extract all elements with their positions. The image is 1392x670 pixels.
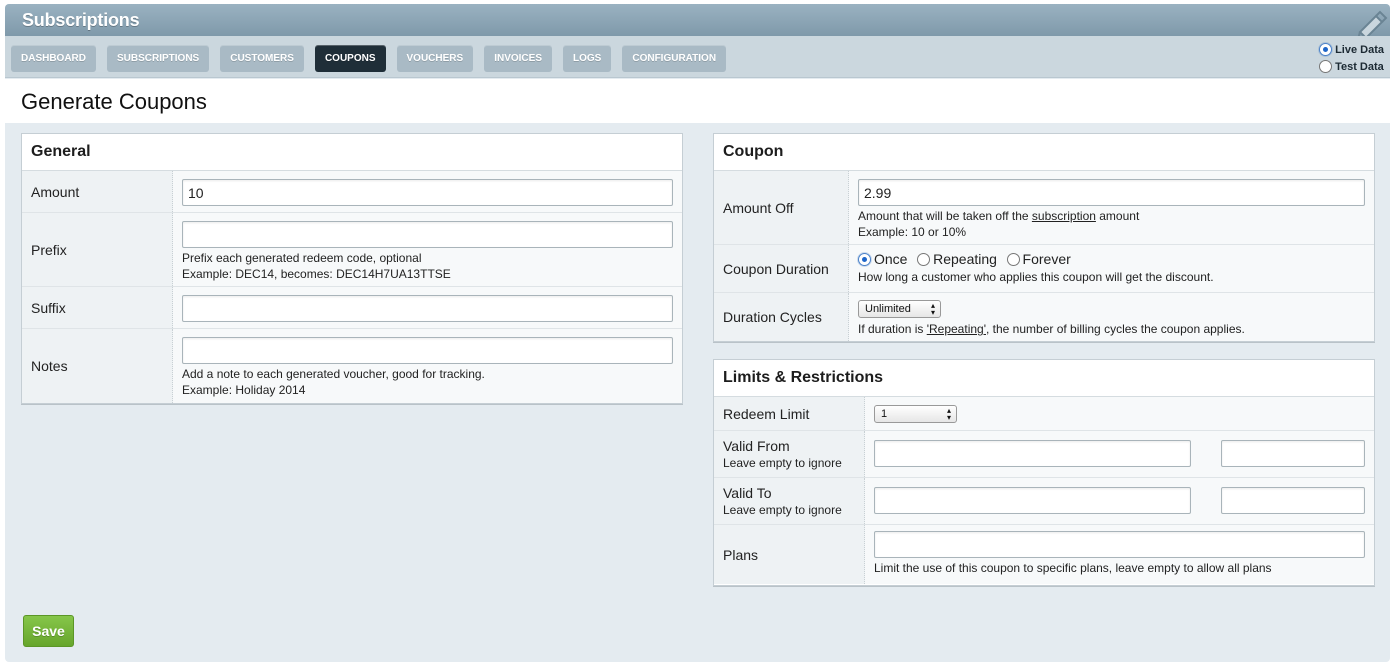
tab-customers[interactable]: CUSTOMERS (220, 45, 304, 72)
prefix-help: Prefix each generated redeem code, optio… (182, 251, 451, 281)
tab-invoices[interactable]: INVOICES (484, 45, 552, 72)
duration-options: Once Repeating Forever (858, 251, 1365, 269)
prefix-label: Prefix (22, 213, 173, 286)
valid-to-sub: Leave empty to ignore (723, 503, 842, 517)
amount-off-help: Amount that will be taken off the subscr… (858, 209, 1140, 239)
tab-logs[interactable]: LOGS (563, 45, 612, 72)
nav-tabs: DASHBOARD SUBSCRIPTIONS CUSTOMERS COUPON… (11, 45, 737, 72)
plans-label: Plans (714, 525, 865, 584)
tab-vouchers[interactable]: VOUCHERS (396, 45, 474, 72)
tab-dashboard[interactable]: DASHBOARD (11, 45, 96, 72)
duration-forever-option[interactable]: Forever (1006, 251, 1071, 267)
plans-field-cell: Limit the use of this coupon to specific… (865, 525, 1374, 584)
live-data-radio[interactable] (1319, 43, 1333, 56)
valid-to-field-cell (865, 478, 1374, 524)
duration-cycles-row: Duration Cycles Unlimited ▴ ▾ If duration… (714, 293, 1374, 341)
tab-configuration[interactable]: CONFIGURATION (622, 45, 727, 72)
notes-help: Add a note to each generated voucher, go… (182, 367, 485, 397)
suffix-input[interactable] (182, 295, 673, 322)
navbar: DASHBOARD SUBSCRIPTIONS CUSTOMERS COUPON… (5, 36, 1390, 78)
prefix-field-cell: Prefix each generated redeem code, optio… (173, 213, 682, 286)
duration-repeating-radio[interactable] (917, 252, 931, 266)
plans-input[interactable] (874, 531, 1365, 558)
suffix-row: Suffix (22, 287, 682, 329)
valid-to-label: Valid To Leave empty to ignore (714, 478, 865, 524)
redeem-limit-select[interactable]: 1 ▴ ▾ (874, 405, 957, 423)
tab-subscriptions[interactable]: SUBSCRIPTIONS (107, 45, 210, 72)
subscription-link[interactable]: subscription (1032, 209, 1096, 223)
test-data-label: Test Data (1335, 60, 1384, 73)
title-bar: Subscriptions (5, 4, 1390, 40)
amount-label: Amount (22, 171, 173, 212)
redeem-limit-field-cell: 1 ▴ ▾ (865, 397, 1374, 430)
suffix-label: Suffix (22, 287, 173, 328)
general-panel: General Amount 10 Prefix Prefix each gen… (21, 133, 683, 404)
plans-help: Limit the use of this coupon to specific… (874, 561, 1272, 575)
valid-from-time-input[interactable] (1221, 440, 1365, 467)
notes-field-cell: Add a note to each generated voucher, go… (173, 329, 682, 403)
amount-off-field-cell: 2.99 Amount that will be taken off the s… (849, 171, 1374, 244)
suffix-field-cell (173, 287, 682, 328)
duration-cycles-field-cell: Unlimited ▴ ▾ If duration is 'Repeating',… (849, 293, 1374, 341)
valid-to-row: Valid To Leave empty to ignore (714, 478, 1374, 525)
valid-to-time-input[interactable] (1221, 487, 1365, 514)
prefix-input[interactable] (182, 221, 673, 248)
notes-label: Notes (22, 329, 173, 403)
app-window: Subscriptions DASHBOARD SUBSCRIPTIONS CU… (5, 4, 1390, 662)
coupon-panel: Coupon Amount Off 2.99 Amount that will … (713, 133, 1375, 342)
duration-once-radio[interactable] (858, 252, 871, 266)
save-button[interactable]: Save (23, 615, 74, 647)
valid-from-field-cell (865, 431, 1374, 477)
select-arrows-icon: ▴ ▾ (946, 406, 951, 422)
coupon-heading: Coupon (714, 134, 1374, 171)
duration-cycles-label: Duration Cycles (714, 293, 849, 341)
coupon-duration-help: How long a customer who applies this cou… (858, 269, 1214, 284)
tab-coupons[interactable]: COUPONS (314, 45, 386, 72)
prefix-row: Prefix Prefix each generated redeem code… (22, 213, 682, 287)
coupon-duration-label: Coupon Duration (714, 245, 849, 292)
amount-off-input[interactable]: 2.99 (858, 179, 1365, 206)
plans-row: Plans Limit the use of this coupon to sp… (714, 525, 1374, 584)
valid-to-date-input[interactable] (874, 487, 1191, 514)
repeating-link[interactable]: 'Repeating' (927, 322, 986, 336)
amount-off-row: Amount Off 2.99 Amount that will be take… (714, 171, 1374, 245)
coupon-duration-field-cell: Once Repeating Forever How long a custom… (849, 245, 1374, 292)
page-title: Generate Coupons (21, 89, 207, 114)
valid-from-row: Valid From Leave empty to ignore (714, 431, 1374, 478)
valid-from-date-input[interactable] (874, 440, 1191, 467)
pencil-icon (1356, 10, 1388, 40)
notes-input[interactable] (182, 337, 673, 364)
coupon-duration-row: Coupon Duration Once Repeating Forever H… (714, 245, 1374, 293)
select-arrows-icon: ▴ ▾ (930, 301, 935, 317)
redeem-limit-row: Redeem Limit 1 ▴ ▾ (714, 397, 1374, 431)
test-data-radio[interactable] (1319, 60, 1333, 73)
valid-from-sub: Leave empty to ignore (723, 456, 842, 470)
general-heading: General (22, 134, 682, 171)
data-mode-switch: Live Data Test Data (1319, 41, 1384, 75)
amount-row: Amount 10 (22, 171, 682, 213)
amount-off-label: Amount Off (714, 171, 849, 244)
valid-from-label: Valid From Leave empty to ignore (714, 431, 865, 477)
amount-input[interactable]: 10 (182, 179, 673, 206)
live-data-option[interactable]: Live Data (1319, 41, 1384, 58)
app-title: Subscriptions (22, 10, 140, 30)
duration-cycles-help: If duration is 'Repeating', the number o… (858, 322, 1245, 336)
duration-cycles-select[interactable]: Unlimited ▴ ▾ (858, 300, 941, 318)
duration-forever-radio[interactable] (1006, 252, 1020, 266)
live-data-label: Live Data (1335, 43, 1384, 56)
limits-panel: Limits & Restrictions Redeem Limit 1 ▴ ▾ … (713, 359, 1375, 586)
duration-repeating-option[interactable]: Repeating (917, 251, 997, 267)
test-data-option[interactable]: Test Data (1319, 58, 1384, 75)
amount-field-cell: 10 (173, 171, 682, 212)
notes-row: Notes Add a note to each generated vouch… (22, 329, 682, 403)
limits-heading: Limits & Restrictions (714, 360, 1374, 397)
redeem-limit-label: Redeem Limit (714, 397, 865, 430)
duration-once-option[interactable]: Once (858, 251, 907, 267)
page-header: Generate Coupons (5, 79, 1390, 123)
